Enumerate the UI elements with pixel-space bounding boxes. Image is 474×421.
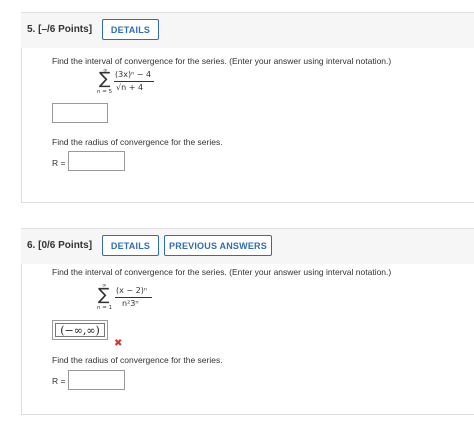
radius-prompt: Find the radius of convergence for the s…	[52, 137, 223, 147]
details-button[interactable]: DETAILS	[102, 19, 159, 40]
incorrect-icon: ✖	[114, 338, 123, 349]
interval-answer-field[interactable]: (−∞,∞)	[52, 320, 108, 340]
previous-answers-button[interactable]: PREVIOUS ANSWERS	[164, 235, 272, 256]
question-6-title: 6. [0/6 Points]	[27, 240, 92, 251]
series-formula: ∞ ∑ n = 1 (x − 2)ⁿ n²3ⁿ	[97, 283, 177, 315]
interval-answer-value[interactable]: (−∞,∞)	[55, 323, 105, 337]
radius-prompt: Find the radius of convergence for the s…	[52, 355, 223, 365]
question-6-number: 6.	[27, 240, 36, 251]
series-formula: ∞ ∑ n = 5 (3x)ⁿ − 4 √n + 4	[92, 68, 182, 98]
question-5-points: [–/6 Points]	[38, 24, 93, 35]
sigma-symbol: ∑	[99, 69, 111, 89]
question-5-title: 5. [–/6 Points]	[27, 24, 92, 35]
series-denominator: n²3ⁿ	[122, 299, 139, 308]
radius-answer-input[interactable]	[68, 151, 125, 171]
fraction-bar	[114, 81, 154, 82]
radius-label: R =	[52, 158, 66, 168]
interval-prompt: Find the interval of convergence for the…	[52, 267, 392, 277]
fraction-bar	[115, 297, 152, 298]
question-6-header: 6. [0/6 Points] DETAILS PREVIOUS ANSWERS	[21, 228, 474, 265]
series-denominator: √n + 4	[116, 83, 144, 92]
interval-prompt: Find the interval of convergence for the…	[52, 56, 392, 66]
question-6-body: Find the interval of convergence for the…	[21, 264, 474, 415]
details-button[interactable]: DETAILS	[102, 235, 159, 256]
question-5-body: Find the interval of convergence for the…	[21, 48, 474, 203]
radius-answer-input[interactable]	[68, 370, 125, 390]
interval-answer-input[interactable]	[52, 103, 108, 123]
question-6: 6. [0/6 Points] DETAILS PREVIOUS ANSWERS…	[21, 228, 474, 416]
sum-lower-limit: n = 1	[97, 305, 113, 311]
sum-lower-limit: n = 5	[97, 89, 113, 95]
question-5-header: 5. [–/6 Points] DETAILS	[21, 12, 474, 49]
series-numerator: (x − 2)ⁿ	[116, 286, 148, 295]
question-5-number: 5.	[27, 24, 36, 35]
series-numerator: (3x)ⁿ − 4	[115, 70, 152, 79]
radius-label: R =	[52, 376, 66, 386]
sigma-symbol: ∑	[98, 285, 110, 305]
question-5: 5. [–/6 Points] DETAILS Find the interva…	[21, 12, 474, 203]
question-6-points: [0/6 Points]	[38, 240, 93, 251]
